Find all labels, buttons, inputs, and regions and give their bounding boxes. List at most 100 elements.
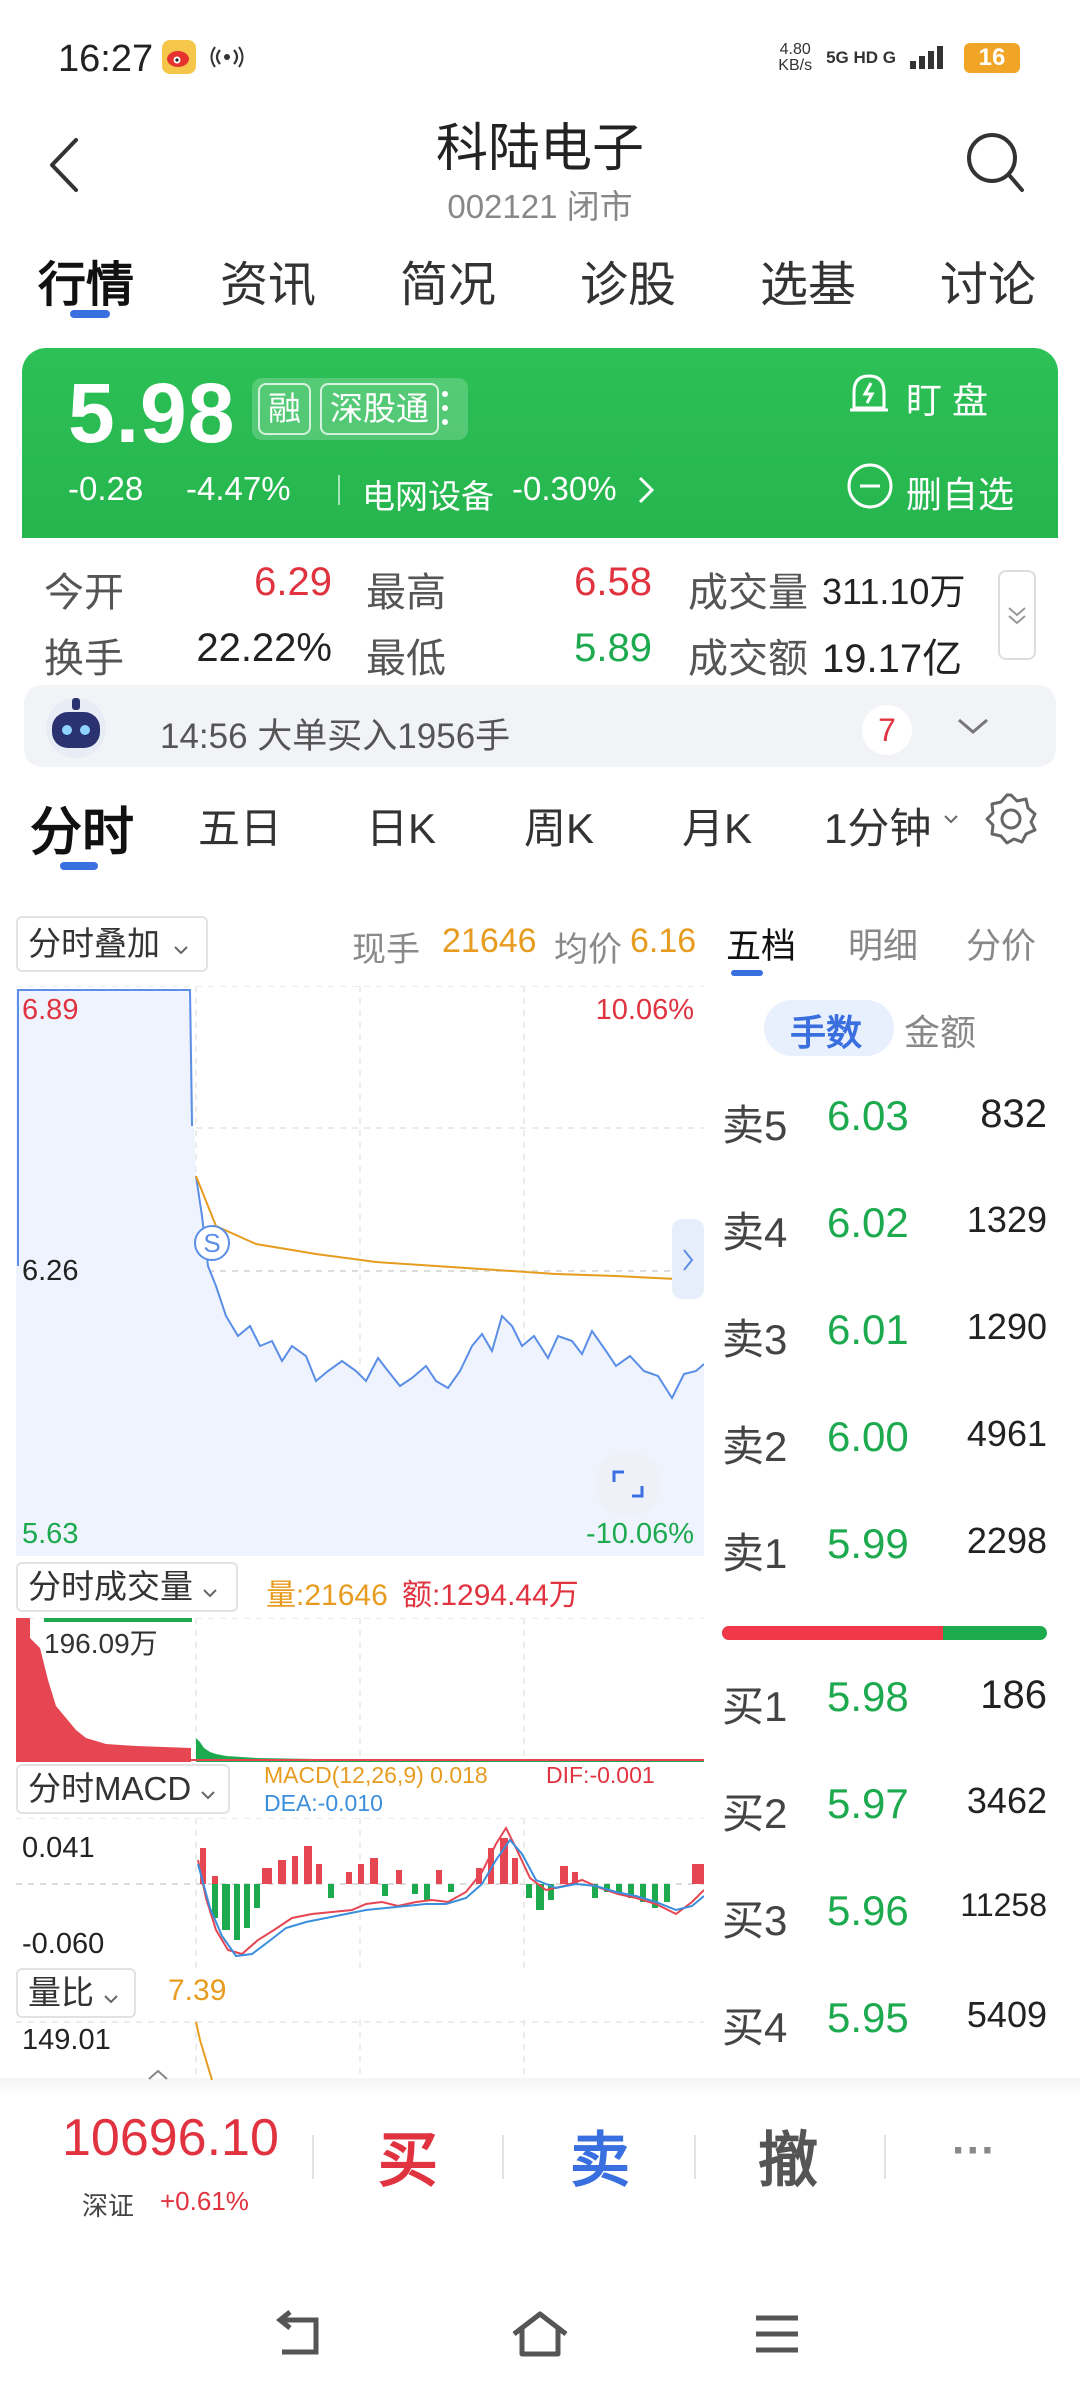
chart-tab-5day[interactable]: 五日 — [198, 795, 282, 856]
intraday-chart[interactable] — [16, 985, 705, 1556]
bid-row-2[interactable]: 买2 5.97 3462 — [722, 1780, 1047, 1840]
battery-icon: 16 — [964, 43, 1020, 73]
bid-row-4[interactable]: 买4 5.95 5409 — [722, 1994, 1047, 2054]
volume-indicator-dropdown[interactable]: 分时成交量 — [16, 1562, 238, 1612]
stat-label-turnover: 换手 — [44, 637, 124, 681]
cancel-order-button[interactable]: 撤 — [758, 2112, 818, 2199]
index-value[interactable]: 10696.10 — [62, 2108, 279, 2168]
ask-row-3[interactable]: 卖3 6.01 1290 — [722, 1306, 1047, 1366]
volume-bars-session — [196, 1738, 704, 1762]
ratio-indicator-label: 量比 — [28, 1974, 94, 2011]
orderbook-tab-price[interactable]: 分价 — [966, 918, 1036, 969]
tab-funds[interactable]: 选基 — [760, 245, 856, 315]
search-icon — [967, 133, 1024, 192]
chevron-down-icon[interactable] — [956, 716, 990, 741]
expand-stats-button[interactable] — [998, 570, 1036, 660]
bid-volume: 5409 — [966, 1994, 1047, 2035]
chevron-up-icon[interactable] — [146, 2068, 170, 2087]
ask-row-4[interactable]: 卖4 6.02 1329 — [722, 1199, 1047, 1259]
bid-label: 买1 — [722, 1683, 788, 1730]
ask-volume: 4961 — [966, 1413, 1047, 1454]
sell-button[interactable]: 卖 — [570, 2112, 630, 2199]
buy-button[interactable]: 买 — [378, 2112, 438, 2199]
back-nav-icon[interactable] — [270, 2310, 326, 2365]
price-axis-mid: 6.26 — [22, 1255, 79, 1287]
bid-label: 买3 — [722, 1897, 788, 1944]
stat-value-turnover: 22.22% — [196, 626, 332, 670]
ratio-axis-top: 149.01 — [22, 2024, 111, 2056]
volume-text: 量:21646 — [266, 1579, 388, 1612]
robot-assistant-icon — [38, 690, 114, 762]
bid-price: 5.97 — [827, 1780, 909, 1827]
net-speed-value: 4.80 — [779, 41, 811, 58]
macd-chart[interactable] — [16, 1817, 705, 1968]
remove-watchlist-button[interactable]: 删自选 — [906, 466, 1014, 518]
bid-price: 5.95 — [827, 1994, 909, 2041]
amount-text: 额:1294.44万 — [402, 1579, 579, 1612]
ask-row-2[interactable]: 卖2 6.00 4961 — [722, 1413, 1047, 1473]
macd-bars-positive — [200, 1838, 704, 1884]
bid-volume: 11258 — [960, 1887, 1047, 1923]
chevron-down-icon — [104, 1995, 118, 2004]
bid-label: 买4 — [722, 2004, 788, 2051]
minus-circle-icon — [846, 462, 894, 515]
macd-axis-top: 0.041 — [22, 1832, 95, 1864]
bid-row-3[interactable]: 买3 5.96 11258 — [722, 1887, 1047, 1947]
ask-price: 6.03 — [827, 1092, 909, 1139]
tab-discussion[interactable]: 讨论 — [940, 245, 1036, 315]
tab-news[interactable]: 资讯 — [220, 245, 316, 315]
chart-tab-daily[interactable]: 日K — [366, 795, 436, 856]
avg-price-label: 均价 — [554, 931, 622, 969]
orderbook-tab-indicator — [731, 970, 763, 976]
buy-ratio-fill — [722, 1626, 943, 1640]
orderbook-tab-detail[interactable]: 明细 — [848, 918, 918, 969]
current-hand-label: 现手 — [352, 931, 420, 969]
ask-volume: 2298 — [966, 1520, 1047, 1561]
intraday-chart-svg — [16, 985, 705, 1556]
stat-value-amount: 19.17亿 — [822, 637, 963, 681]
menu-nav-icon[interactable] — [752, 2312, 802, 2361]
ratio-indicator-dropdown[interactable]: 量比 — [16, 1968, 136, 2018]
weibo-icon — [162, 40, 196, 74]
macd-indicator-dropdown[interactable]: 分时MACD — [16, 1764, 230, 1814]
ask-row-5[interactable]: 卖5 6.03 832 — [722, 1092, 1047, 1152]
overlay-dropdown[interactable]: 分时叠加 — [16, 916, 208, 972]
chart-tab-monthly[interactable]: 月K — [682, 795, 752, 856]
collapse-panel-handle[interactable] — [672, 1219, 704, 1299]
chart-tab-1min[interactable]: 1分钟 — [824, 795, 931, 856]
more-dots-icon — [442, 388, 448, 428]
home-nav-icon[interactable] — [510, 2310, 570, 2365]
ask-label: 卖4 — [722, 1209, 788, 1256]
chart-tab-intraday[interactable]: 分时 — [30, 790, 134, 865]
sector-change[interactable]: -0.30% — [512, 470, 617, 508]
sector-name[interactable]: 电网设备 — [362, 470, 494, 518]
volume-axis-max: 196.09万 — [44, 1628, 158, 1659]
more-button[interactable]: ··· — [952, 2126, 996, 2176]
main-tabs: 行情 资讯 简况 诊股 选基 讨论 — [0, 245, 1080, 325]
fullscreen-button[interactable] — [594, 1450, 662, 1518]
tab-indicator — [70, 310, 110, 318]
ask-row-1[interactable]: 卖1 5.99 2298 — [722, 1520, 1047, 1580]
orderbook-tab-five[interactable]: 五档 — [726, 918, 796, 969]
settings-gear-icon[interactable] — [982, 790, 1040, 853]
tab-diagnosis[interactable]: 诊股 — [580, 245, 676, 315]
avg-price-value: 6.16 — [630, 922, 697, 960]
chevron-down-icon — [174, 946, 188, 955]
bid-row-1[interactable]: 买1 5.98 186 — [722, 1673, 1047, 1733]
stat-value-open: 6.29 — [254, 560, 332, 604]
pct-axis-top: 10.06% — [595, 994, 694, 1026]
watch-button[interactable]: 盯 盘 — [906, 372, 988, 424]
bid-volume: 3462 — [966, 1780, 1047, 1821]
ask-volume: 832 — [980, 1092, 1047, 1136]
toggle-amount[interactable]: 金额 — [904, 1004, 976, 1056]
sell-signal-marker[interactable]: S — [194, 1225, 230, 1261]
price-change: -0.28 — [68, 470, 144, 507]
tab-profile[interactable]: 简况 — [400, 245, 496, 315]
search-button[interactable] — [962, 128, 1028, 198]
volume-indicator-label: 分时成交量 — [28, 1568, 193, 1605]
bottom-divider — [884, 2135, 886, 2179]
chart-tab-weekly[interactable]: 周K — [524, 795, 594, 856]
tab-market[interactable]: 行情 — [38, 245, 134, 315]
toggle-hands[interactable]: 手数 — [790, 1004, 862, 1056]
macd-indicator-label: 分时MACD — [28, 1770, 192, 1807]
